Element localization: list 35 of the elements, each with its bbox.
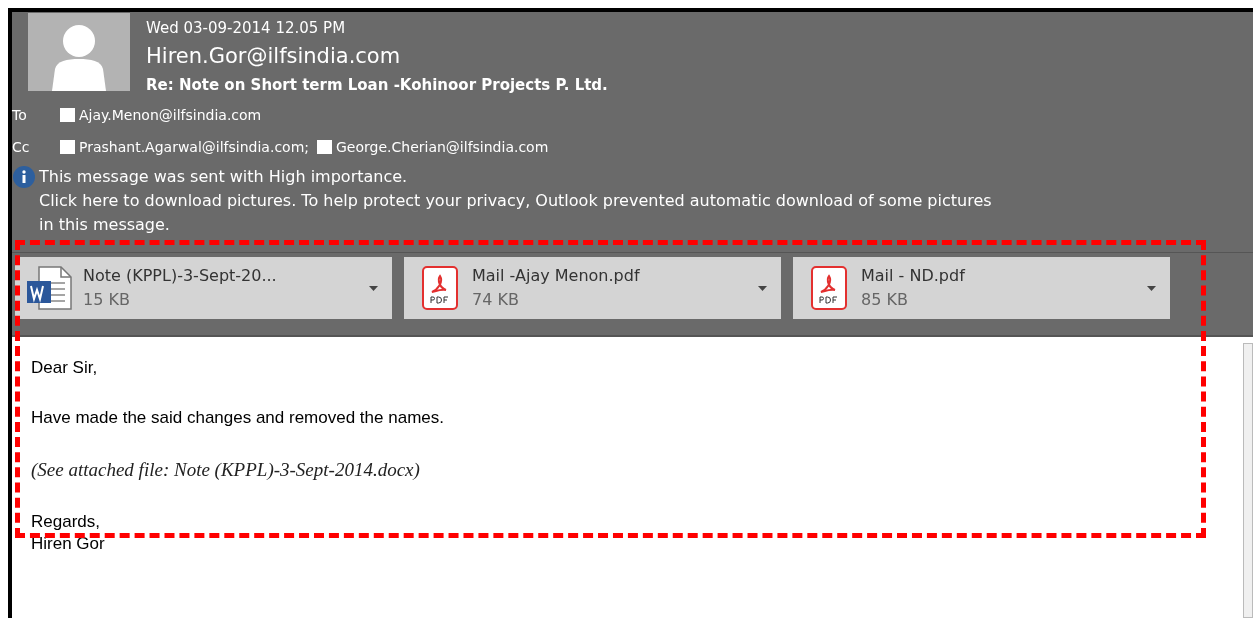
recipient-label: To	[12, 105, 28, 125]
attachment-card[interactable]: Note (KPPL)-3-Sept-20... 15 KB	[15, 257, 392, 319]
signature-line: Hiren Gor	[31, 533, 106, 555]
recipient-label: Cc	[12, 137, 31, 157]
recipient-address[interactable]: Prashant.Agarwal@ilfsindia.com;	[79, 136, 309, 158]
body-text: Have made the said changes and removed the names.	[31, 407, 445, 429]
attachment-name: Note (KPPL)-3-Sept-20...	[83, 265, 278, 287]
download-pictures-link-end[interactable]: in this message.	[39, 213, 992, 237]
attachment-name: Mail -Ajay Menon.pdf	[472, 265, 641, 287]
attachment-name: Mail - ND.pdf	[861, 265, 967, 287]
attachment-card[interactable]: Mail -Ajay Menon.pdf 74 KB	[404, 257, 781, 319]
attachment-size: 85 KB	[861, 289, 909, 311]
subject-line: Re: Note on Short term Loan -Kohinoor Projects P. Ltd.	[146, 75, 608, 95]
pdf-file-icon	[422, 266, 458, 310]
recipient-address[interactable]: Ajay.Menon@ilfsindia.com	[79, 104, 262, 126]
caret-icon[interactable]	[1147, 285, 1156, 291]
attachment-size: 74 KB	[472, 289, 520, 311]
pdf-file-icon	[811, 266, 847, 310]
caret-icon[interactable]	[758, 285, 767, 291]
sender-address: Hiren.Gor@ilfsindia.com	[146, 43, 402, 69]
sent-date: Wed 03-09-2014 12.05 PM	[146, 18, 347, 38]
attachment-card[interactable]: Mail - ND.pdf 85 KB	[793, 257, 1170, 319]
recipient-address[interactable]: George.Cherian@ilfsindia.com	[336, 136, 549, 158]
caret-icon[interactable]	[369, 285, 378, 291]
scrollbar[interactable]	[1243, 343, 1253, 618]
signature-line: Regards,	[31, 511, 101, 533]
contact-icon	[317, 140, 332, 154]
attachment-note: (See attached file: Note (KPPL)-3-Sept-2014.docx)	[31, 459, 421, 481]
attachment-size: 15 KB	[83, 289, 131, 311]
info-icon	[13, 166, 35, 188]
body-text: Dear Sir,	[31, 357, 99, 379]
download-pictures-link[interactable]: Click here to download pictures. To help protect your privacy, Outlook prevented automatic download of some pictures	[39, 189, 992, 213]
contact-icon	[60, 140, 75, 154]
contact-icon	[60, 108, 75, 122]
importance-notice: This message was sent with High importance.	[39, 166, 409, 188]
